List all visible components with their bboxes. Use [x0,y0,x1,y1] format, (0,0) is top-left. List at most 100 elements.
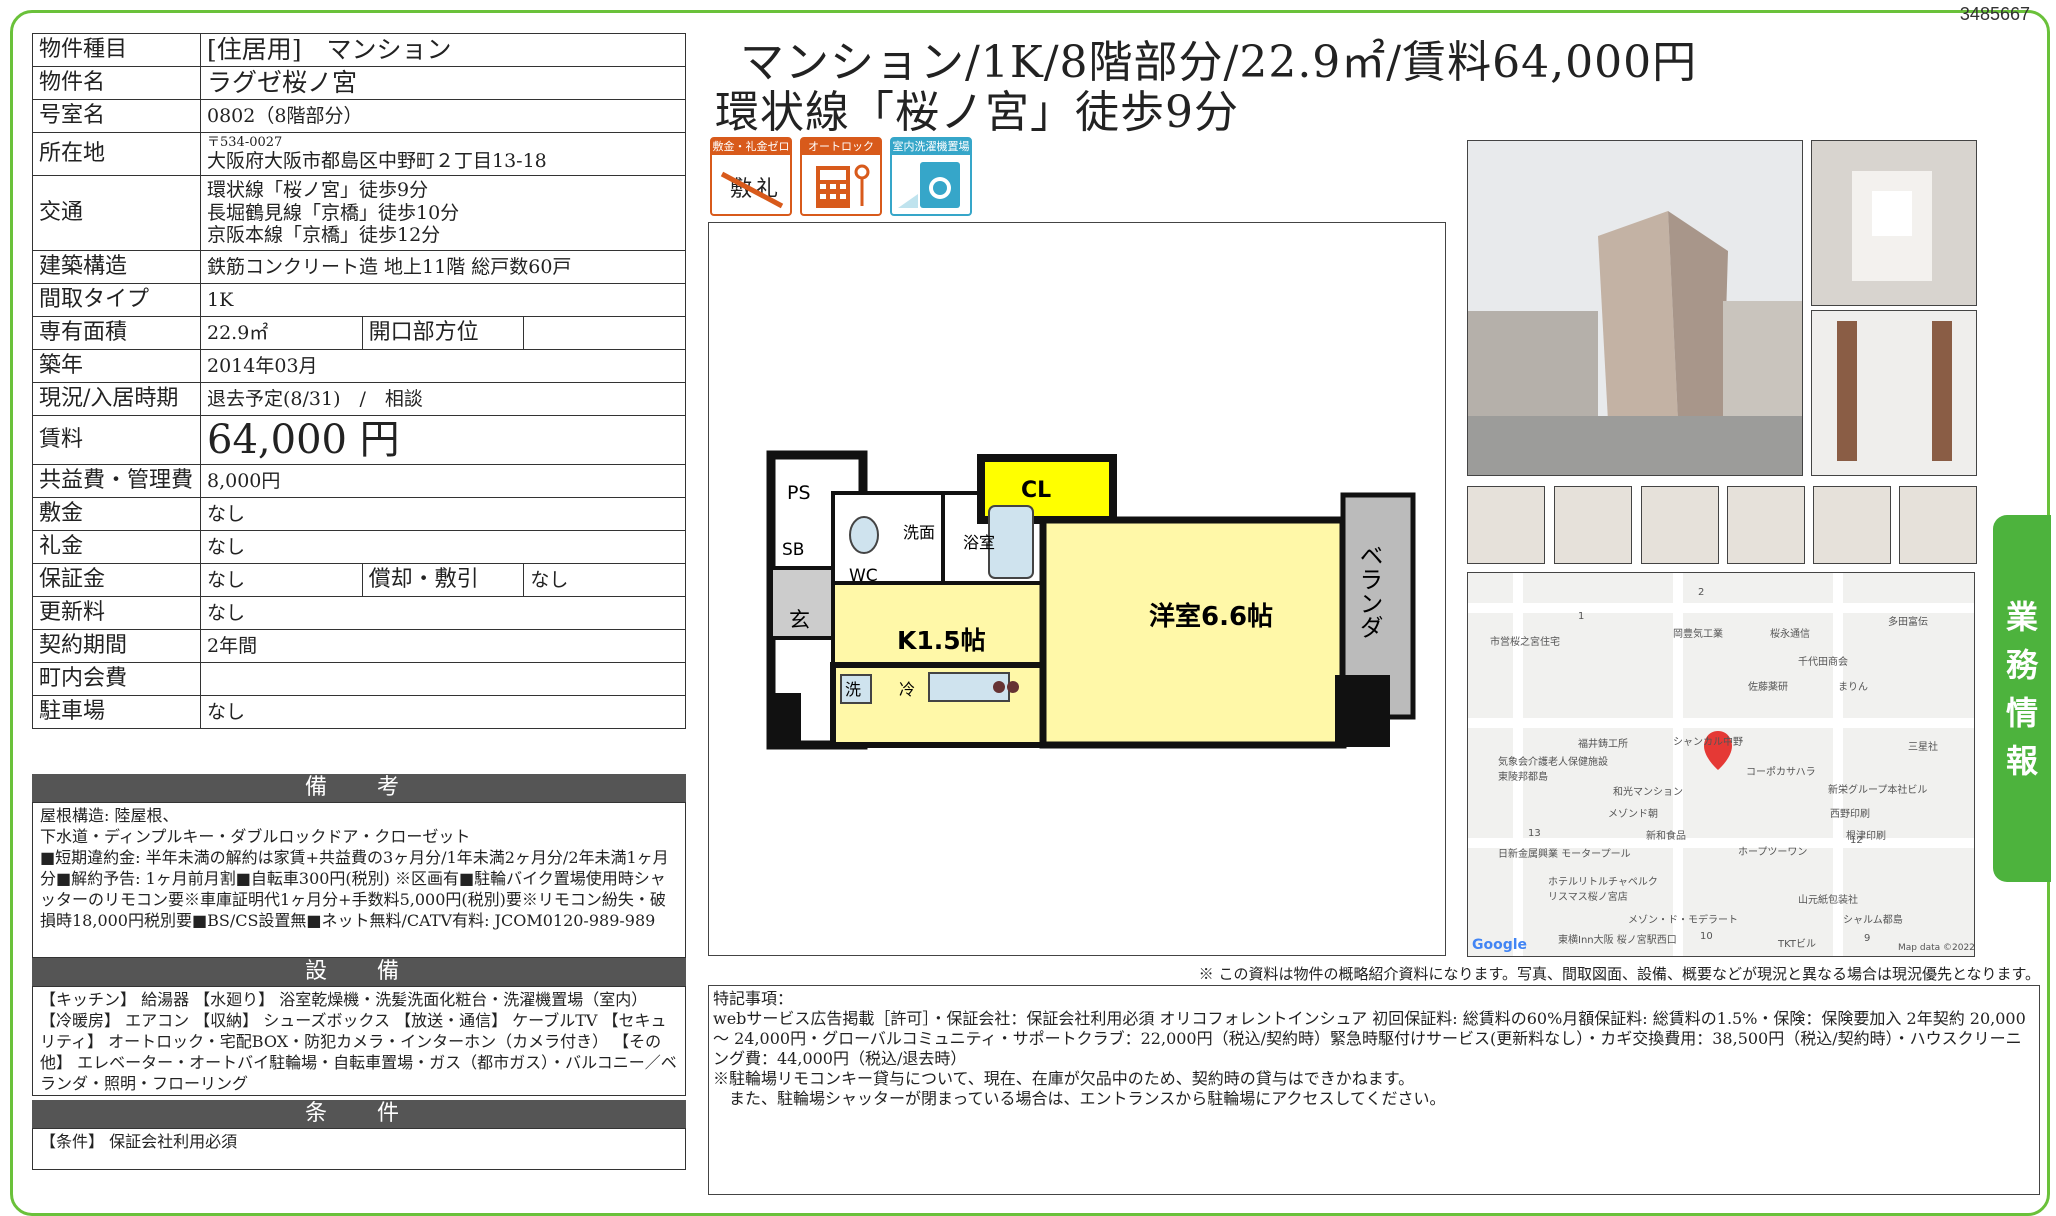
autolock-icon [816,164,870,208]
thumbnail-6[interactable] [1899,486,1977,564]
map-label: メゾン・ド・モデラート [1628,915,1738,926]
table-row: 敷金 なし [32,497,686,531]
row-value: 2年間 [200,629,686,663]
floor-plan-drawing: PS SB CL WC 洗面 浴室 玄 K1.5帖 洋室6.6帖 洗 冷 ベラン… [766,450,1416,750]
conditions-header: 条 件 [32,1100,686,1128]
thumbnail-5[interactable] [1813,486,1891,564]
map-label: 気象会介護老人保健施設東陵邦都島 [1498,757,1608,783]
property-spec-table: 物件種目 [住居用] マンション 物件名 ラグゼ桜ノ宮 号室名 0802（8階部分） … [32,33,686,729]
postal-code: 〒534-0027 [207,134,283,150]
row-value [200,662,686,696]
row-value: 2014年03月 [200,349,686,383]
row-label: 保証金 [32,563,201,597]
special-notes-line: ※駐輪場リモコンキー貸与について、現在、在庫が欠品中のため、契約時の貸与はできか… [713,1069,1415,1088]
row-label: 専有面積 [32,316,201,350]
document-id: 3485667 [1959,4,2030,24]
remarks-header: 備 考 [32,774,686,802]
map-label: Google [1472,937,1528,953]
fp-veranda: ベランダ [1355,543,1383,639]
row-label: 交通 [32,175,201,251]
row-label: 駐車場 [32,695,201,729]
map-label: ホープツーワン [1738,847,1808,858]
business-info-tab[interactable]: 業務情報 [1993,515,2051,882]
map-label: まりん [1838,682,1868,693]
table-row: 礼金 なし [32,530,686,564]
fp-washer: 洗 [845,680,861,699]
table-row: 間取タイプ 1K [32,283,686,317]
access-cell: 環状線「桜ノ宮」徒歩9分 長堀鶴見線「京橋」徒歩10分 京阪本線「京橋」徒歩12分 [200,175,686,251]
map-label: 千代田商会 [1798,657,1848,668]
badge-no-deposit: 敷金・礼金ゼロ 敷礼 [710,137,792,216]
row-value: なし [200,695,686,729]
map-label: Map data ©2022 [1898,943,1975,953]
map-label: 多田富伝 [1888,617,1928,628]
row-label: 敷金 [32,497,201,531]
table-row: 号室名 0802（8階部分） [32,99,686,133]
interior-photo-1 [1811,140,1977,306]
row-value: 8,000円 [200,464,686,498]
address-cell: 〒534-0027 大阪府大阪市都島区中野町２丁目13-18 [200,132,686,176]
special-notes-title: 特記事項： [713,989,794,1008]
table-row: 築年 2014年03月 [32,349,686,383]
row-value: なし [523,563,686,597]
access-line: 長堀鶴見線「京橋」徒歩10分 [207,201,460,224]
disclaimer: ※ この資料は物件の概略紹介資料になります。写真、間取図面、設備、概要などが現況… [1198,965,2040,983]
row-value: なし [200,563,363,597]
map-label: 2 [1698,587,1705,598]
equipment-box: 【キッチン】 給湯器 【水廻り】 浴室乾燥機・洗髪洗面化粧台・洗濯機置場（室内）… [32,986,686,1096]
special-notes-box: 特記事項： webサービス広告掲載［許可］・保証会社：保証会社利用必須 オリコフ… [708,985,2040,1195]
thumbnail-1[interactable] [1467,486,1545,564]
row-value: 22.9㎡ [200,316,363,350]
table-row: 賃料 64,000 円 [32,415,686,465]
row-label: 開口部方位 [361,316,525,350]
map-label: 佐藤薬研 [1748,682,1788,693]
row-label: 更新料 [32,596,201,630]
table-row: 所在地 〒534-0027 大阪府大阪市都島区中野町２丁目13-18 [32,132,686,176]
floor-plan: PS SB CL WC 洗面 浴室 玄 K1.5帖 洋室6.6帖 洗 冷 ベラン… [708,222,1446,956]
map-label: 市営桜之宮住宅 [1490,637,1560,648]
conditions-box: 【条件】 保証会社利用必須 [32,1128,686,1170]
row-value: なし [200,497,686,531]
table-row: 共益費・管理費 8,000円 [32,464,686,498]
row-label: 賃料 [32,415,201,465]
location-map[interactable]: 市営桜之宮住宅 岡豊気工業 桜永通信 千代田商会 多田富伝 佐藤薬研 まりん 三… [1467,572,1975,957]
remarks-line: 屋根構造: 陸屋根、 [40,806,179,825]
badge-caption: オートロック [802,139,880,155]
property-access-headline: 環状線「桜ノ宮」徒歩9分 [715,87,1239,138]
map-label: 東横Inn大阪 桜ノ宮駅西口 [1558,935,1677,946]
row-label: 物件名 [32,66,201,100]
row-label: 号室名 [32,99,201,133]
table-row: 物件種目 [住居用] マンション [32,33,686,67]
remarks-line: 下水道・ディンプルキー・ダブルロックドア・クローゼット [40,827,471,846]
map-label: 日新金属興業 モータープール [1498,849,1631,860]
row-value: なし [200,596,686,630]
row-label: 物件種目 [32,33,201,67]
map-label: シャルム都島 [1843,915,1903,926]
map-label: コーポカサハラ [1746,767,1816,778]
badge-washer: 室内洗濯機置場 [890,137,972,216]
row-value: [住居用] マンション [200,33,686,67]
access-line: 環状線「桜ノ宮」徒歩9分 [207,178,429,201]
map-label: TKTビル [1778,939,1816,950]
building-exterior-photo [1467,140,1803,476]
interior-photo-2 [1811,310,1977,476]
thumbnail-4[interactable] [1727,486,1805,564]
map-label: 1 [1578,611,1585,622]
table-row: 現況/入居時期 退去予定(8/31) / 相談 [32,382,686,416]
no-deposit-icon: 敷礼 [720,171,784,209]
map-label: 岡豊気工業 [1673,629,1723,640]
thumbnail-3[interactable] [1641,486,1719,564]
badge-caption: 室内洗濯機置場 [892,139,970,155]
row-value: 1K [200,283,686,317]
map-label: 13 [1528,828,1541,839]
row-value [523,316,686,350]
fp-wc: WC [849,566,878,586]
map-label: 新和食品 [1646,831,1686,842]
interior-room-image [1812,141,1976,305]
row-label: 建築構造 [32,250,201,284]
table-row: 建築構造 鉄筋コンクリート造 地上11階 総戸数60戸 [32,250,686,284]
fp-sb: SB [782,540,804,560]
thumbnail-2[interactable] [1554,486,1632,564]
row-label: 築年 [32,349,201,383]
equipment-header: 設 備 [32,958,686,986]
